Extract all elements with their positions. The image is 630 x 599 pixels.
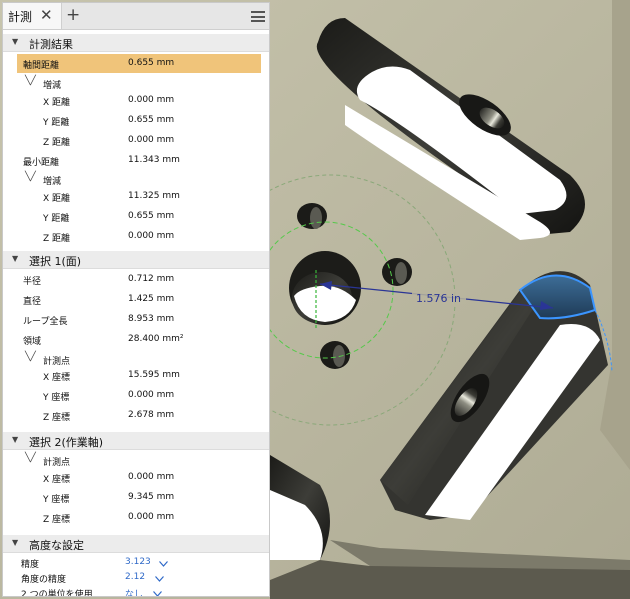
loop-length-value: 8.953 mm bbox=[128, 314, 175, 324]
dy-1-value: 0.655 mm bbox=[128, 115, 175, 125]
delta-1-label: 増減 bbox=[43, 81, 62, 91]
min-distance-label: 最小距離 bbox=[23, 158, 60, 168]
sel1-y-label: Y 座標 bbox=[43, 393, 70, 403]
section-advanced-header[interactable]: ▼ 高度な設定 bbox=[3, 535, 269, 553]
collapse-triangle-icon: ▼ bbox=[12, 37, 19, 46]
dz-1-label: Z 距離 bbox=[43, 138, 71, 148]
section-results-header[interactable]: ▼ 計測結果 bbox=[3, 34, 269, 52]
sel1-z-label: Z 座標 bbox=[43, 413, 71, 423]
axis-distance-value: 0.655 mm bbox=[128, 58, 175, 68]
row-dx-1: X 距離 0.000 mm bbox=[3, 91, 269, 110]
row-sel1-y: Y 座標 0.000 mm bbox=[3, 386, 269, 405]
row-sel2-x: X 座標 0.000 mm bbox=[3, 468, 269, 487]
row-loop-length: ループ全長 8.953 mm bbox=[3, 310, 269, 329]
dual-units-value[interactable]: なし bbox=[125, 587, 143, 596]
dz-1-value: 0.000 mm bbox=[128, 135, 175, 145]
panel-tab-bar: 計測 ✕ + bbox=[3, 3, 269, 30]
tab-measure[interactable]: 計測 ✕ bbox=[3, 3, 62, 29]
chevron-down-icon[interactable] bbox=[153, 591, 162, 597]
dy-2-label: Y 距離 bbox=[43, 214, 70, 224]
menu-icon[interactable] bbox=[251, 11, 265, 22]
section-selection2-title: 選択 2(作業軸) bbox=[29, 436, 104, 449]
area-value: 28.400 mm² bbox=[128, 334, 184, 344]
sel2-z-value: 0.000 mm bbox=[128, 512, 175, 522]
sel2-y-value: 9.345 mm bbox=[128, 492, 175, 502]
row-radius: 半径 0.712 mm bbox=[3, 270, 269, 289]
row-sel1-z: Z 座標 2.678 mm bbox=[3, 406, 269, 425]
angle-precision-value[interactable]: 2.12 bbox=[125, 572, 145, 582]
sel2-y-label: Y 座標 bbox=[43, 495, 70, 505]
diameter-value: 1.425 mm bbox=[128, 294, 175, 304]
dx-1-value: 0.000 mm bbox=[128, 95, 175, 105]
dy-2-value: 0.655 mm bbox=[128, 211, 175, 221]
section-selection2-header[interactable]: ▼ 選択 2(作業軸) bbox=[3, 432, 269, 450]
row-dx-2: X 距離 11.325 mm bbox=[3, 187, 269, 206]
area-label: 領域 bbox=[23, 337, 42, 347]
diameter-label: 直径 bbox=[23, 297, 42, 307]
chevron-down-icon[interactable]: ╲╱ bbox=[25, 76, 36, 86]
sel1-x-label: X 座標 bbox=[43, 373, 71, 383]
angle-precision-label: 角度の精度 bbox=[21, 575, 67, 585]
dual-units-label: 2 つの単位を使用 bbox=[21, 590, 93, 597]
row-sel2-y: Y 座標 9.345 mm bbox=[3, 488, 269, 507]
dz-2-value: 0.000 mm bbox=[128, 231, 175, 241]
radius-value: 0.712 mm bbox=[128, 274, 175, 284]
sel1-x-value: 15.595 mm bbox=[128, 370, 180, 380]
measurement-label: 1.576 in bbox=[416, 292, 462, 305]
measure-panel: 計測 ✕ + ▼ 計測結果 軸間距離 0.655 mm ╲╱ 増減 X 距離 0… bbox=[2, 2, 270, 597]
row-area: 領域 28.400 mm² bbox=[3, 330, 269, 349]
row-dz-1: Z 距離 0.000 mm bbox=[3, 131, 269, 150]
sel2-z-label: Z 座標 bbox=[43, 515, 71, 525]
row-sel1-x: X 座標 15.595 mm bbox=[3, 366, 269, 385]
sel2-x-value: 0.000 mm bbox=[128, 472, 175, 482]
sel1-y-value: 0.000 mm bbox=[128, 390, 175, 400]
chevron-down-icon[interactable] bbox=[155, 576, 164, 582]
dx-2-value: 11.325 mm bbox=[128, 191, 180, 201]
row-precision: 精度 3.123 bbox=[3, 555, 269, 570]
sel2-point-label: 計測点 bbox=[43, 458, 71, 468]
row-dz-2: Z 距離 0.000 mm bbox=[3, 227, 269, 246]
row-sel2-z: Z 座標 0.000 mm bbox=[3, 508, 269, 527]
plus-icon[interactable]: + bbox=[66, 5, 80, 25]
delta-2-label: 増減 bbox=[43, 177, 62, 187]
dx-1-label: X 距離 bbox=[43, 98, 71, 108]
row-angle-precision: 角度の精度 2.12 bbox=[3, 570, 269, 585]
dx-2-label: X 距離 bbox=[43, 194, 71, 204]
tab-measure-label: 計測 bbox=[8, 10, 33, 24]
sel1-z-value: 2.678 mm bbox=[128, 410, 175, 420]
precision-value[interactable]: 3.123 bbox=[125, 557, 151, 567]
collapse-triangle-icon: ▼ bbox=[12, 538, 19, 547]
row-dy-1: Y 距離 0.655 mm bbox=[3, 111, 269, 130]
radius-label: 半径 bbox=[23, 277, 42, 287]
row-axis-distance[interactable]: 軸間距離 0.655 mm bbox=[17, 54, 261, 73]
section-advanced-title: 高度な設定 bbox=[29, 539, 84, 552]
chevron-down-icon[interactable]: ╲╱ bbox=[25, 453, 36, 463]
collapse-triangle-icon: ▼ bbox=[12, 254, 19, 263]
section-selection1-header[interactable]: ▼ 選択 1(面) bbox=[3, 251, 269, 269]
row-dy-2: Y 距離 0.655 mm bbox=[3, 207, 269, 226]
circular-hole bbox=[289, 251, 361, 325]
collapse-triangle-icon: ▼ bbox=[12, 435, 19, 444]
row-min-distance[interactable]: 最小距離 11.343 mm bbox=[3, 151, 269, 170]
section-results-title: 計測結果 bbox=[29, 38, 73, 51]
chevron-down-icon[interactable] bbox=[159, 561, 168, 567]
dy-1-label: Y 距離 bbox=[43, 118, 70, 128]
row-dual-units: 2 つの単位を使用 なし bbox=[3, 585, 269, 597]
chevron-down-icon[interactable]: ╲╱ bbox=[25, 352, 36, 362]
sel2-x-label: X 座標 bbox=[43, 475, 71, 485]
axis-distance-label: 軸間距離 bbox=[23, 61, 60, 71]
dz-2-label: Z 距離 bbox=[43, 234, 71, 244]
loop-length-label: ループ全長 bbox=[23, 317, 68, 327]
precision-label: 精度 bbox=[21, 560, 40, 570]
section-selection1-title: 選択 1(面) bbox=[29, 255, 82, 268]
chevron-down-icon[interactable]: ╲╱ bbox=[25, 172, 36, 182]
close-icon[interactable]: ✕ bbox=[40, 6, 53, 24]
row-diameter: 直径 1.425 mm bbox=[3, 290, 269, 309]
min-distance-value: 11.343 mm bbox=[128, 155, 180, 165]
